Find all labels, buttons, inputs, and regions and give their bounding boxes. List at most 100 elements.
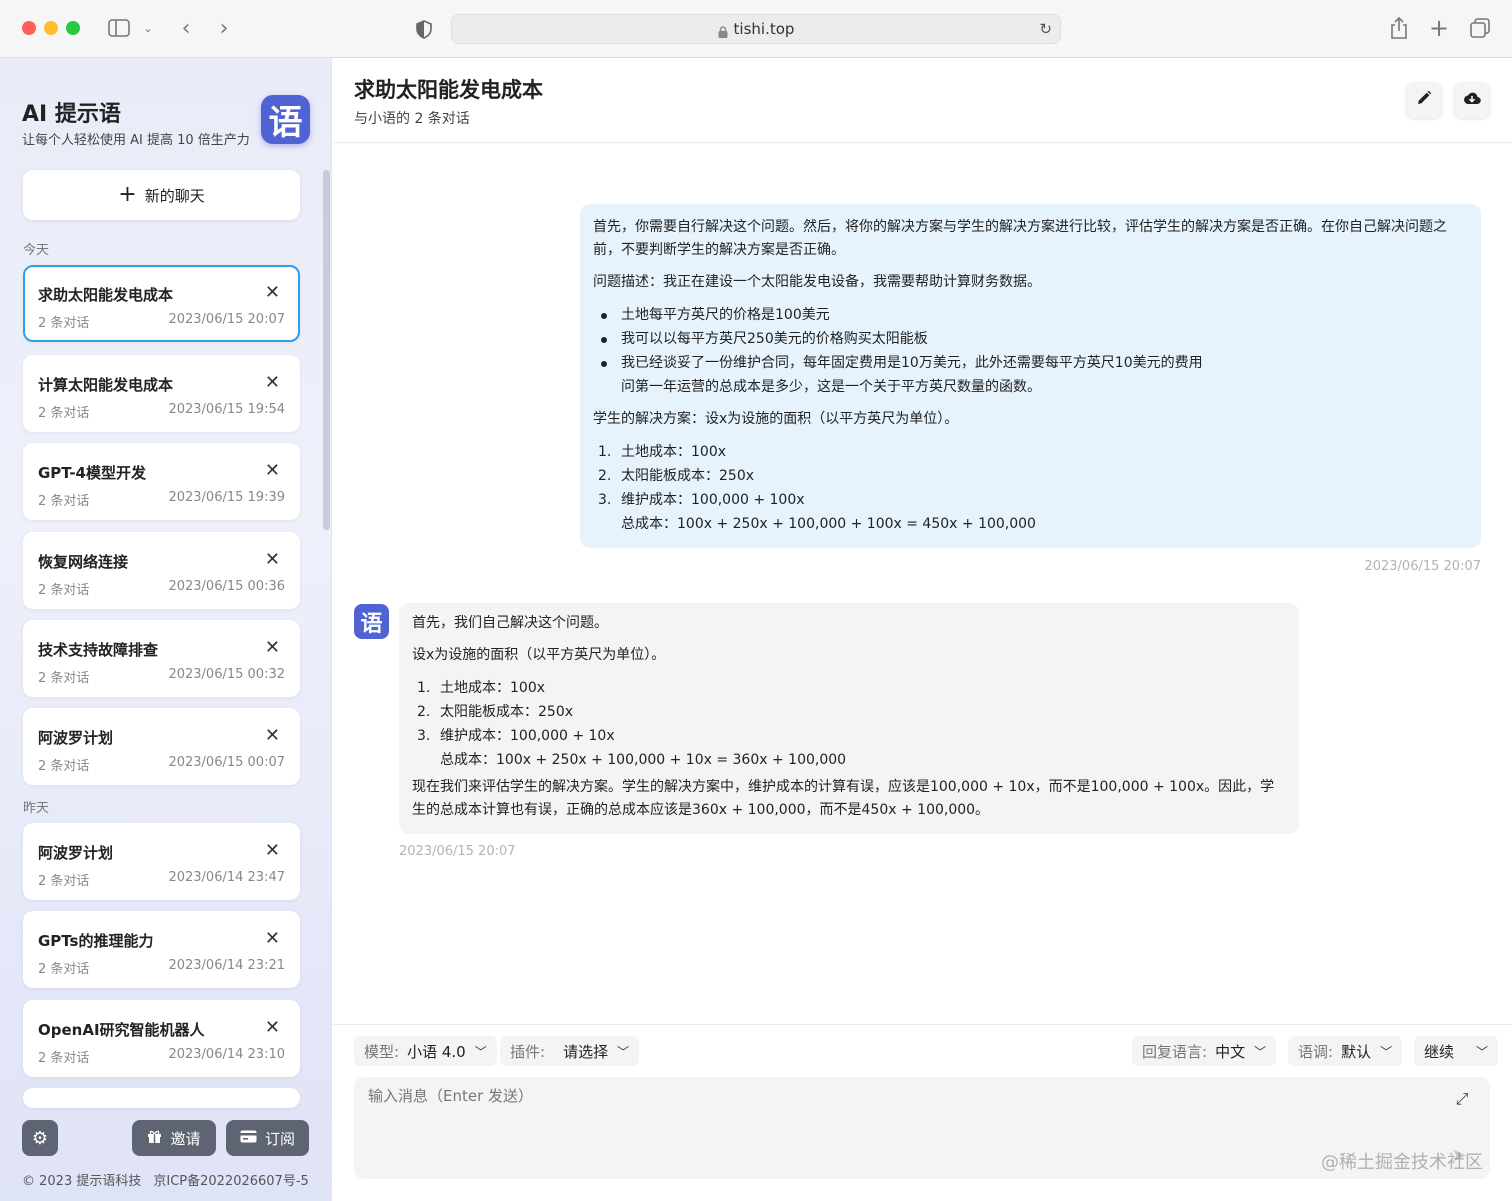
model-select[interactable]: 模型: 小语 4.0 ﹀ [354,1036,497,1066]
message-paragraph: 问题描述：我正在建设一个太阳能发电设备，我需要帮助计算财务数据。 [593,274,1041,290]
chat-item-title: GPTs的推理能力 [38,932,154,950]
expand-icon[interactable]: ⤢ [1452,1089,1472,1109]
reload-icon[interactable]: ↻ [1039,20,1052,38]
plus-icon: + [118,182,137,207]
chevron-down-icon: ﹀ [617,1044,630,1059]
total-line: 总成本：100x + 250x + 100,000 + 10x = 360x +… [440,752,847,768]
window-minimize-button[interactable] [44,21,58,35]
sidebar-toggle-icon[interactable] [107,18,131,38]
shield-icon[interactable] [414,18,434,40]
close-icon[interactable]: ✕ [265,1017,280,1038]
chevron-down-icon: ﹀ [1476,1044,1489,1059]
cloud-download-icon [1463,90,1481,110]
gift-icon [147,1129,162,1148]
assistant-avatar: 语 [354,604,389,639]
settings-button[interactable]: ⚙ [22,1120,58,1156]
export-button[interactable] [1454,82,1490,118]
chat-item-count: 2 条对话 [38,406,90,421]
section-label-yesterday: 昨天 [23,801,50,816]
assistant-message-bubble: 首先，我们自己解决这个问题。 设x为设施的面积（以平方英尺为单位）。 1. 土地成… [399,603,1299,834]
chat-item-count: 2 条对话 [38,962,90,977]
brand-subtitle: 让每个人轻松使用 AI 提高 10 倍生产力 [22,133,250,148]
new-chat-button[interactable]: + 新的聊天 [23,170,300,220]
brand-title: AI 提示语 [22,102,121,127]
watermark-text: @稀土掘金技术社区 [1321,1152,1483,1173]
list-item: 我已经谈妥了一份维护合同，每年固定费用是10万美元，此外还需要每平方英尺10美元… [593,351,1467,399]
message-input[interactable] [354,1077,1490,1179]
sidebar: AI 提示语 让每个人轻松使用 AI 提高 10 倍生产力 语 + 新的聊天 今… [0,58,332,1201]
chat-list-item[interactable]: 恢复网络连接 ✕ 2 条对话 2023/06/15 00:36 [23,532,300,609]
close-icon[interactable]: ✕ [265,840,280,861]
reply-language-select[interactable]: 回复语言: 中文 ﹀ [1132,1036,1277,1066]
chat-list-item[interactable]: 技术支持故障排查 ✕ 2 条对话 2023/06/15 00:32 [23,620,300,697]
window-close-button[interactable] [22,21,36,35]
chat-item-title: 阿波罗计划 [38,729,114,747]
back-icon[interactable]: ‹ [176,16,196,41]
close-icon[interactable]: ✕ [265,372,280,393]
chat-list-item[interactable]: GPTs的推理能力 ✕ 2 条对话 2023/06/14 23:21 [23,911,300,988]
tabs-overview-icon[interactable] [1469,17,1491,39]
card-icon [240,1129,257,1147]
new-tab-icon[interactable]: + [1428,14,1450,42]
chat-item-count: 2 条对话 [38,671,90,686]
footer-copyright: © 2023 提示语科技 [22,1174,142,1189]
chat-item-title: 求助太阳能发电成本 [38,286,174,304]
brand-logo: 语 [261,95,310,144]
continue-button[interactable]: 继续 ﹀ [1414,1036,1499,1066]
numbered-list: 1. 土地成本：100x 2. 太阳能板成本：250x 3. 维护成本：100,000… [593,440,1467,536]
list-item-text: 我已经谈妥了一份维护合同，每年固定费用是10万美元，此外还需要每平方英尺10美元… [621,355,1203,371]
close-icon[interactable]: ✕ [265,928,280,949]
chat-item-time: 2023/06/15 19:54 [168,402,285,417]
chat-item-title: 阿波罗计划 [38,844,114,862]
plugin-select[interactable]: 插件: 请选择 ﹀ [500,1036,640,1066]
chat-list-item[interactable] [23,1088,300,1108]
address-bar[interactable]: tishi.top ↻ [451,14,1061,44]
sidebar-footer: © 2023 提示语科技 京ICP备2022026607号-5 [22,1170,309,1189]
lock-icon [718,24,728,38]
chat-item-count: 2 条对话 [38,874,90,889]
chat-list-item[interactable]: 阿波罗计划 ✕ 2 条对话 2023/06/14 23:47 [23,823,300,900]
chat-item-count: 2 条对话 [38,583,90,598]
close-icon[interactable]: ✕ [265,282,280,303]
message-paragraph: 学生的解决方案：设x为设施的面积（以平方英尺为单位）。 [593,411,959,427]
chat-item-count: 2 条对话 [38,494,90,509]
list-item: 2. 太阳能板成本：250x [417,704,574,720]
bullet-list: 土地每平方英尺的价格是100美元 我可以以每平方英尺250美元的价格购买太阳能板… [593,303,1467,399]
chat-item-count: 2 条对话 [38,759,90,774]
close-icon[interactable]: ✕ [265,460,280,481]
list-item-continuation: 问第一年运营的总成本是多少，这是一个关于平方英尺数量的函数。 [621,379,1041,395]
chat-list-item[interactable]: OpenAI研究智能机器人 ✕ 2 条对话 2023/06/14 23:10 [23,1000,300,1077]
message-paragraph: 首先，我们自己解决这个问题。 [412,615,608,631]
total-line: 总成本：100x + 250x + 100,000 + 100x = 450x … [621,516,1036,532]
continue-label: 继续 [1424,1042,1455,1061]
subscribe-button[interactable]: 订阅 [226,1120,309,1156]
chevron-down-icon[interactable]: ⌄ [141,20,155,36]
list-item: 1. 土地成本：100x [598,444,727,460]
edit-button[interactable] [1406,82,1442,118]
chat-item-title: OpenAI研究智能机器人 [38,1021,205,1039]
chat-list-item[interactable]: 求助太阳能发电成本 ✕ 2 条对话 2023/06/15 20:07 [23,265,300,342]
chat-list-item[interactable]: GPT-4模型开发 ✕ 2 条对话 2023/06/15 19:39 [23,443,300,520]
close-icon[interactable]: ✕ [265,549,280,570]
chat-list-item[interactable]: 计算太阳能发电成本 ✕ 2 条对话 2023/06/15 19:54 [23,355,300,432]
close-icon[interactable]: ✕ [265,725,280,746]
chevron-down-icon: ﹀ [474,1044,487,1059]
forward-icon[interactable]: › [214,16,234,41]
share-icon[interactable] [1388,16,1410,40]
pencil-icon [1416,90,1432,111]
chat-item-count: 2 条对话 [38,1051,90,1066]
window-maximize-button[interactable] [66,21,80,35]
chat-list-item[interactable]: 阿波罗计划 ✕ 2 条对话 2023/06/15 00:07 [23,708,300,785]
sidebar-scrollbar[interactable] [323,170,330,530]
chat-item-time: 2023/06/15 00:07 [168,755,285,770]
list-item: 土地每平方英尺的价格是100美元 [593,303,1467,327]
chat-item-title: GPT-4模型开发 [38,464,146,482]
tone-select[interactable]: 语调: 默认 ﹀ [1288,1036,1403,1066]
chat-item-time: 2023/06/15 00:32 [168,667,285,682]
chat-item-time: 2023/06/15 19:39 [168,490,285,505]
chat-item-time: 2023/06/14 23:21 [168,958,285,973]
close-icon[interactable]: ✕ [265,637,280,658]
invite-button[interactable]: 邀请 [132,1120,216,1156]
plugin-value: 请选择 [563,1042,609,1061]
footer-icp-link[interactable]: 京ICP备2022026607号-5 [153,1174,308,1189]
